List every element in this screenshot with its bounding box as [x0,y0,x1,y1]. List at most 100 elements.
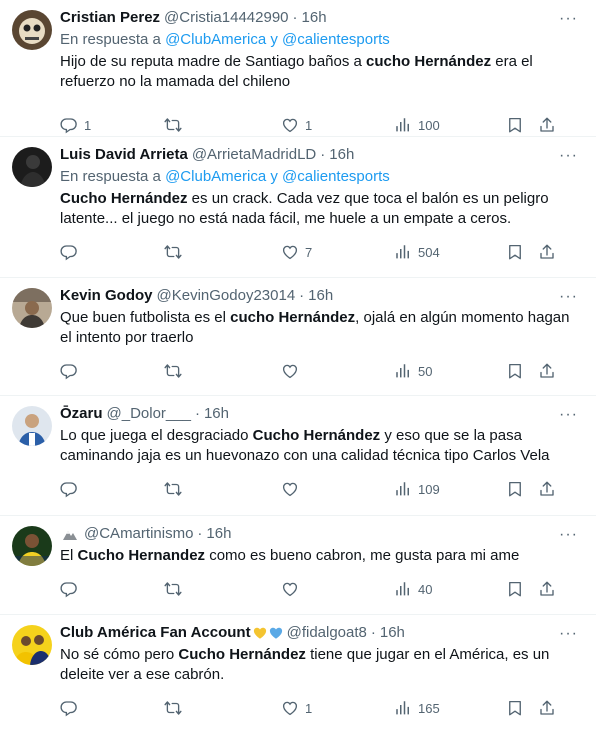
tweet-text: El Cucho Hernandez como es bueno cabron,… [60,546,580,566]
reply-button[interactable] [60,580,164,598]
display-name[interactable]: Club América Fan Account [60,623,251,643]
retweet-button[interactable] [164,699,281,717]
like-button[interactable] [281,480,394,498]
bar-chart-icon [394,480,412,498]
like-button[interactable] [281,362,394,380]
avatar[interactable] [12,406,52,446]
text-segment: como es bueno cabron, me gusta para mi a… [205,547,520,564]
bookmark-icon [506,580,524,598]
reply-icon [60,699,78,717]
views-button[interactable]: 40 [394,580,506,598]
retweet-icon [164,243,182,261]
user-handle[interactable]: @_Dolor___ [107,404,191,424]
reply-button[interactable] [60,243,164,261]
share-button[interactable] [538,116,558,134]
more-options-icon[interactable]: ··· [559,625,578,643]
action-bar: 50 [60,352,580,390]
heart-icon [281,243,299,261]
bookmark-button[interactable] [506,480,538,498]
retweet-icon [164,116,182,134]
separator-dot: · [197,525,203,542]
reply-button[interactable] [60,362,164,380]
reply-to-links[interactable]: @ClubAmerica y @calientesports [165,168,390,185]
view-count: 504 [418,244,440,260]
display-name[interactable]: Ōzaru [60,404,103,424]
timestamp[interactable]: 16h [204,404,229,424]
retweet-button[interactable] [164,116,281,134]
timestamp[interactable]: 16h [329,145,354,165]
share-button[interactable] [538,480,558,498]
display-name[interactable]: Kevin Godoy [60,286,153,306]
retweet-button[interactable] [164,580,281,598]
more-options-icon[interactable]: ··· [559,10,578,28]
tweet[interactable]: @CAmartinismo · 16h ··· El Cucho Hernand… [0,516,596,615]
bookmark-button[interactable] [506,580,538,598]
reply-button[interactable]: 1 [60,116,164,134]
like-button[interactable] [281,580,394,598]
share-button[interactable] [538,243,558,261]
reply-context: En respuesta a @ClubAmerica y @calientes… [60,30,580,50]
reply-context: En respuesta a @ClubAmerica y @calientes… [60,167,580,187]
share-button[interactable] [538,362,558,380]
views-button[interactable]: 100 [394,116,506,134]
views-button[interactable]: 165 [394,699,506,717]
like-count: 1 [305,700,313,716]
separator-dot: · [320,146,326,163]
bookmark-button[interactable] [506,362,538,380]
tweet[interactable]: Club América Fan Account @fidalgoat8 · 1… [0,615,596,729]
timestamp[interactable]: 16h [308,286,333,306]
display-name[interactable]: Luis David Arrieta [60,145,188,165]
more-options-icon[interactable]: ··· [559,147,578,165]
timestamp[interactable]: 16h [380,623,405,643]
reply-button[interactable] [60,480,164,498]
view-count: 165 [418,700,440,716]
avatar[interactable] [12,10,52,50]
timestamp[interactable]: 16h [302,8,327,28]
bookmark-button[interactable] [506,243,538,261]
tweet[interactable]: Ōzaru @_Dolor___ · 16h ··· Lo que juega … [0,396,596,516]
display-name[interactable]: Cristian Perez [60,8,160,28]
tweet-text: Lo que juega el desgraciado Cucho Hernán… [60,426,580,466]
views-button[interactable]: 50 [394,362,506,380]
tweet[interactable]: Luis David Arrieta @ArrietaMadridLD · 16… [0,137,596,278]
more-options-icon[interactable]: ··· [559,406,578,424]
reply-button[interactable] [60,699,164,717]
heart-icon [281,480,299,498]
views-button[interactable]: 109 [394,480,506,498]
more-options-icon[interactable]: ··· [559,288,578,306]
share-button[interactable] [538,580,558,598]
bookmark-button[interactable] [506,116,538,134]
retweet-button[interactable] [164,243,281,261]
heart-icon [281,580,299,598]
heart-icon [281,362,299,380]
like-button[interactable]: 1 [281,699,394,717]
avatar[interactable] [12,288,52,328]
avatar[interactable] [12,147,52,187]
text-segment: Hijo de su reputa madre de Santiago baño… [60,53,367,70]
retweet-button[interactable] [164,480,281,498]
avatar[interactable] [12,526,52,566]
like-count: 7 [305,244,313,260]
tweet[interactable]: Kevin Godoy @KevinGodoy23014 · 16h ··· Q… [0,278,596,396]
timestamp[interactable]: 16h [206,524,231,544]
bookmark-button[interactable] [506,699,538,717]
share-button[interactable] [538,699,558,717]
retweet-button[interactable] [164,362,281,380]
user-handle[interactable]: @KevinGodoy23014 [157,286,296,306]
bar-chart-icon [394,362,412,380]
view-count: 100 [418,117,440,133]
views-button[interactable]: 504 [394,243,506,261]
user-handle[interactable]: @ArrietaMadridLD [192,145,316,165]
user-handle[interactable]: @Cristia14442990 [164,8,288,28]
reply-to-links[interactable]: @ClubAmerica y @calientesports [165,31,390,48]
avatar[interactable] [12,625,52,665]
user-handle[interactable]: @CAmartinismo [84,524,193,544]
like-button[interactable]: 7 [281,243,394,261]
more-options-icon[interactable]: ··· [559,526,578,544]
tweet[interactable]: Cristian Perez @Cristia14442990 · 16h ··… [0,0,596,137]
bar-chart-icon [394,580,412,598]
user-handle[interactable]: @fidalgoat8 [287,623,367,643]
like-button[interactable]: 1 [281,116,394,134]
bookmark-icon [506,243,524,261]
reply-prefix: En respuesta a [60,31,161,48]
